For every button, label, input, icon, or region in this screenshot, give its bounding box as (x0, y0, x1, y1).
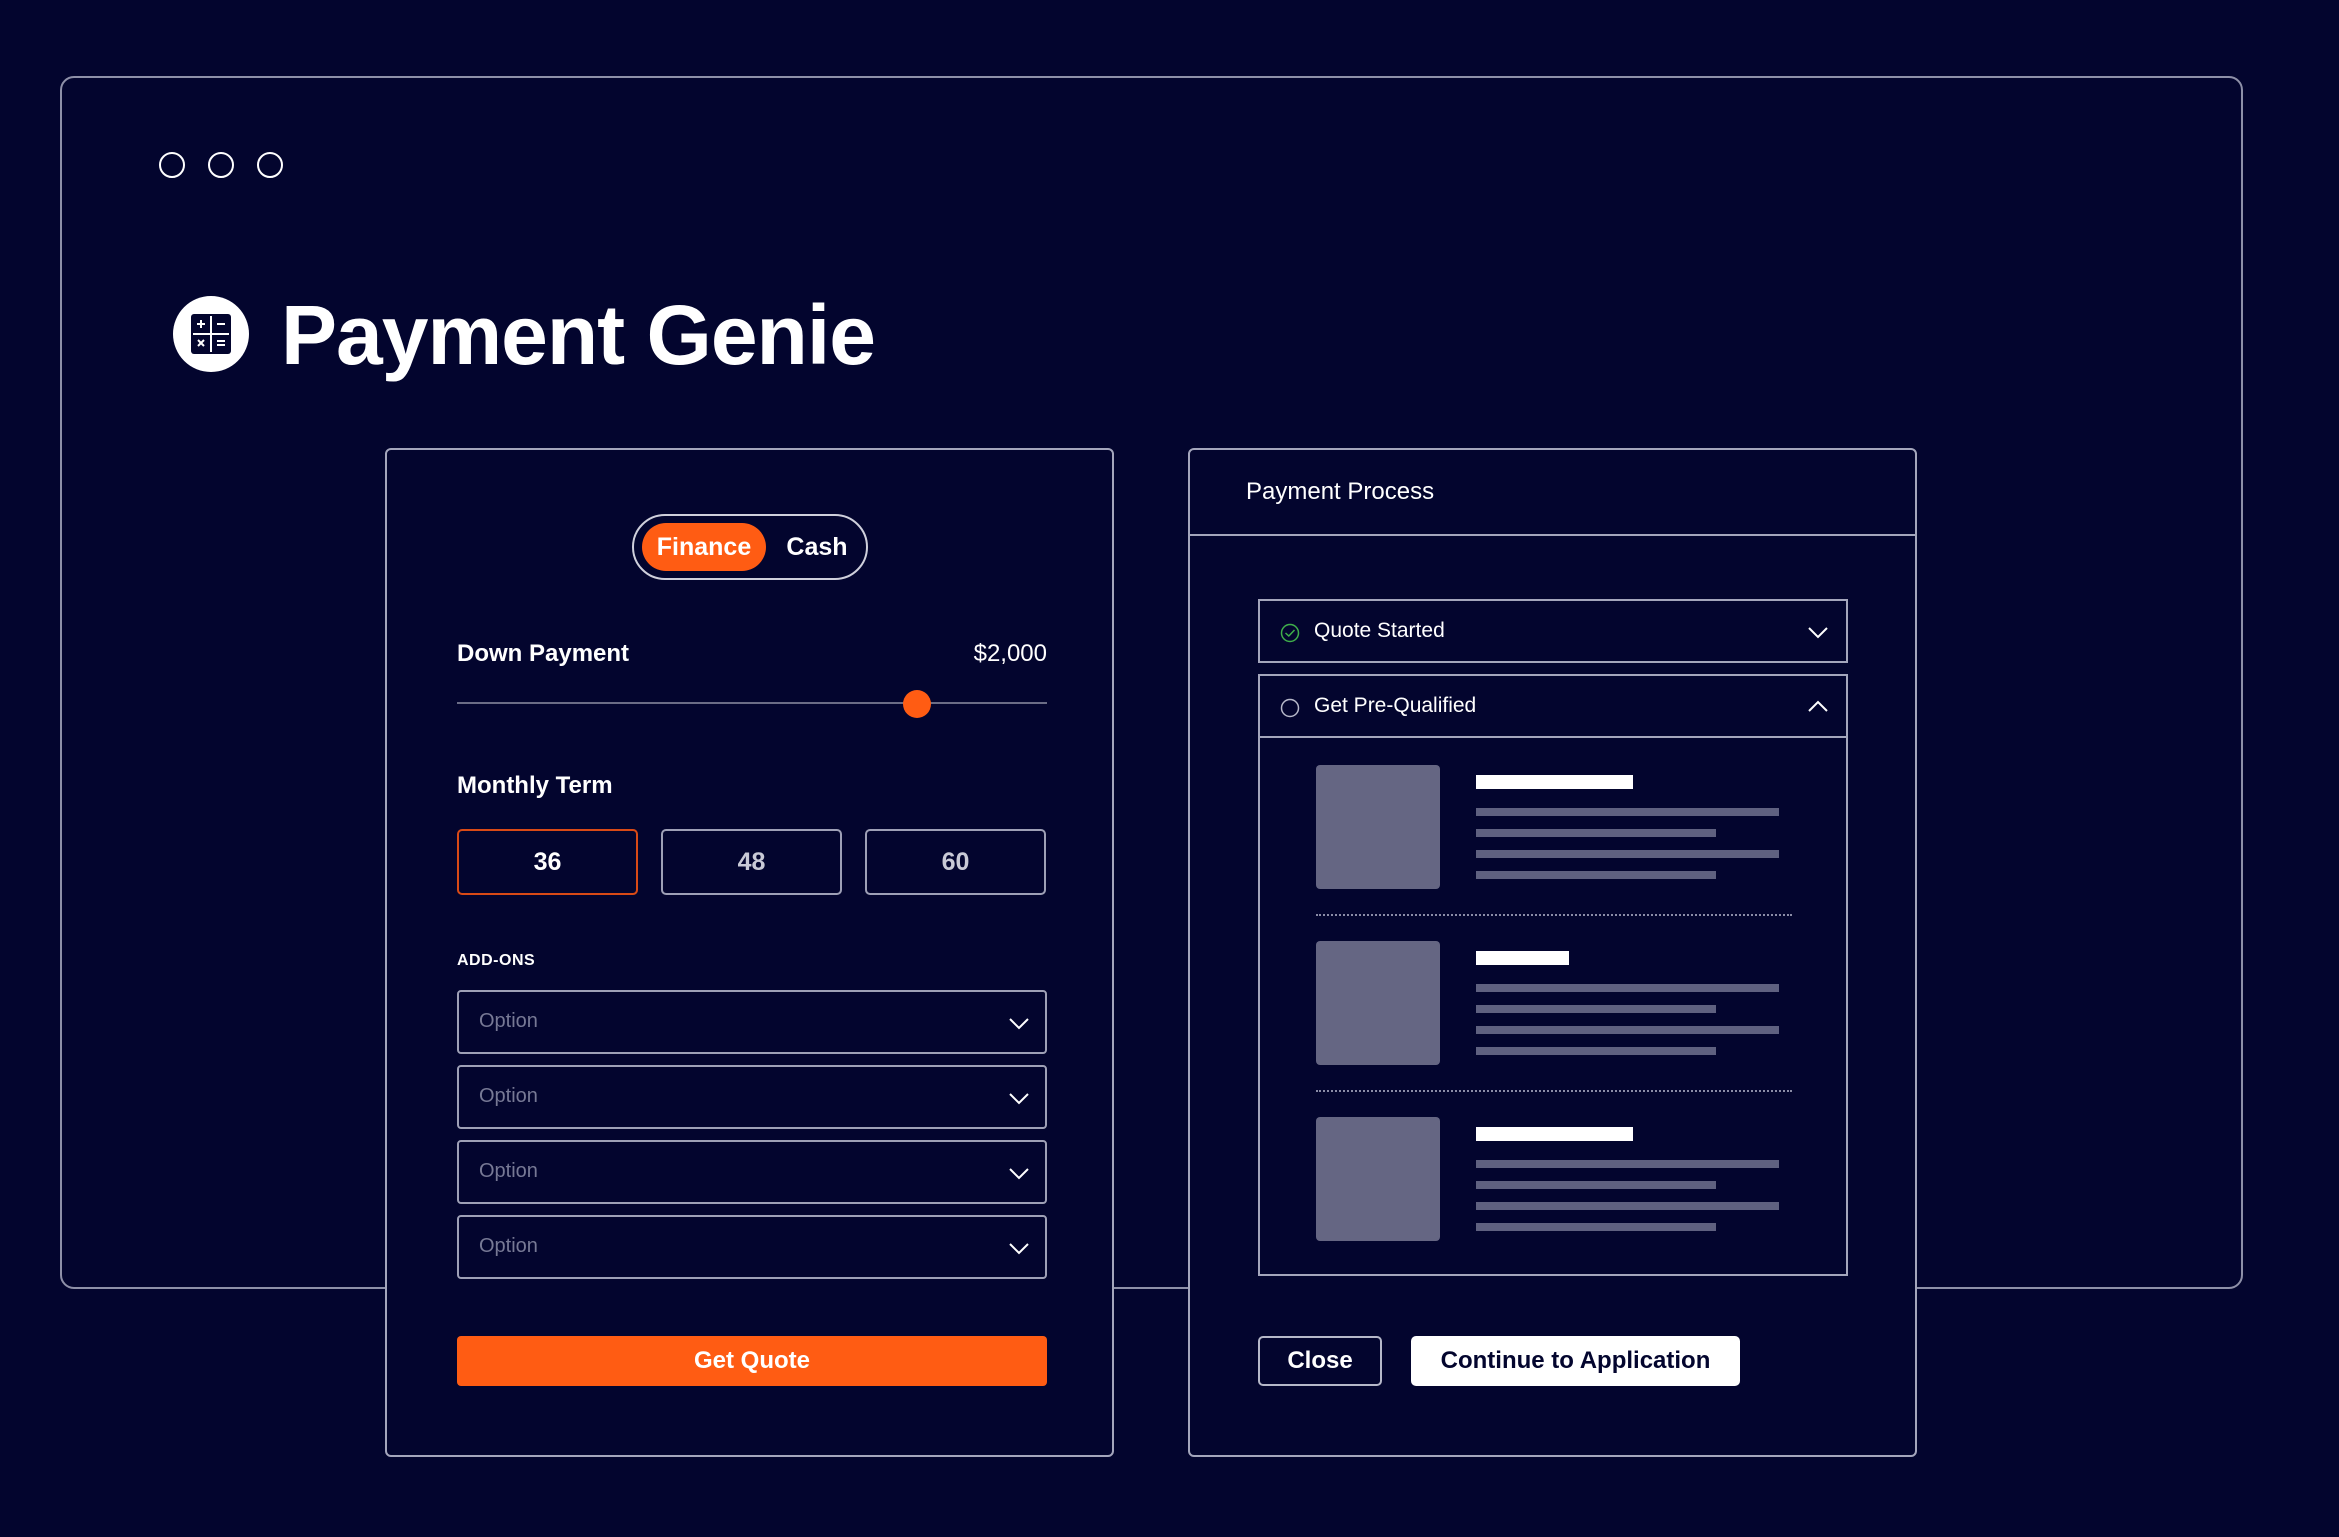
text-placeholder (1476, 1202, 1779, 1210)
quote-form-card: Finance Cash Down Payment $2,000 Monthly… (385, 448, 1114, 1457)
divider (1316, 1090, 1792, 1092)
addon-select-2[interactable]: Option (457, 1065, 1047, 1129)
chevron-down-icon (1808, 627, 1828, 639)
term-option-60[interactable]: 60 (865, 829, 1046, 895)
chevron-down-icon (1009, 1018, 1029, 1030)
image-placeholder (1316, 1117, 1440, 1241)
text-placeholder (1476, 1047, 1716, 1055)
monthly-term-label: Monthly Term (457, 772, 613, 799)
chevron-down-icon (1009, 1093, 1029, 1105)
addons-label: ADD-ONS (457, 952, 536, 969)
text-placeholder (1476, 984, 1779, 992)
term-option-36[interactable]: 36 (457, 829, 638, 895)
close-button[interactable]: Close (1258, 1336, 1382, 1386)
addon-select-placeholder: Option (479, 1010, 538, 1032)
payment-process-card: Payment Process Quote Started Get Pre-Qu… (1188, 448, 1917, 1457)
step-label: Quote Started (1314, 619, 1445, 642)
get-quote-button[interactable]: Get Quote (457, 1336, 1047, 1386)
step-get-pre-qualified[interactable]: Get Pre-Qualified (1258, 674, 1848, 738)
text-placeholder (1476, 808, 1779, 816)
step-label: Get Pre-Qualified (1314, 694, 1477, 717)
payment-process-title: Payment Process (1246, 478, 1435, 505)
empty-circle-icon (1280, 698, 1300, 718)
window-control-3[interactable] (257, 152, 283, 178)
text-placeholder (1476, 1223, 1716, 1231)
text-placeholder (1476, 1026, 1779, 1034)
addon-select-placeholder: Option (479, 1235, 538, 1257)
finance-cash-toggle[interactable]: Finance Cash (632, 514, 868, 580)
term-option-48[interactable]: 48 (661, 829, 842, 895)
addon-select-placeholder: Option (479, 1160, 538, 1182)
toggle-cash[interactable]: Cash (777, 523, 857, 571)
addon-select-1[interactable]: Option (457, 990, 1047, 1054)
window-control-2[interactable] (208, 152, 234, 178)
app-title: Payment Genie (281, 288, 876, 382)
heading-placeholder (1476, 951, 1569, 965)
addon-select-3[interactable]: Option (457, 1140, 1047, 1204)
continue-to-application-button[interactable]: Continue to Application (1411, 1336, 1740, 1386)
step-quote-started[interactable]: Quote Started (1258, 599, 1848, 663)
check-circle-icon (1280, 623, 1300, 643)
toggle-finance[interactable]: Finance (642, 523, 766, 571)
addon-select-placeholder: Option (479, 1085, 538, 1107)
text-placeholder (1476, 850, 1779, 858)
chevron-up-icon (1808, 700, 1828, 712)
pre-qualified-panel (1258, 734, 1848, 1276)
down-payment-value: $2,000 (973, 640, 1047, 667)
chevron-down-icon (1009, 1168, 1029, 1180)
text-placeholder (1476, 871, 1716, 879)
addon-select-4[interactable]: Option (457, 1215, 1047, 1279)
text-placeholder (1476, 1181, 1716, 1189)
window-control-1[interactable] (159, 152, 185, 178)
placeholder-list-item (1316, 941, 1792, 1065)
image-placeholder (1316, 941, 1440, 1065)
down-payment-slider-track[interactable] (457, 702, 1047, 704)
heading-placeholder (1476, 775, 1633, 789)
placeholder-list-item (1316, 1117, 1792, 1241)
heading-placeholder (1476, 1127, 1633, 1141)
placeholder-list-item (1316, 765, 1792, 889)
chevron-down-icon (1009, 1243, 1029, 1255)
text-placeholder (1476, 829, 1716, 837)
payment-process-header: Payment Process (1190, 450, 1915, 536)
down-payment-slider-thumb[interactable] (903, 690, 932, 718)
image-placeholder (1316, 765, 1440, 889)
text-placeholder (1476, 1005, 1716, 1013)
calculator-icon (173, 296, 249, 372)
divider (1316, 914, 1792, 916)
text-placeholder (1476, 1160, 1779, 1168)
down-payment-label: Down Payment (457, 640, 630, 667)
